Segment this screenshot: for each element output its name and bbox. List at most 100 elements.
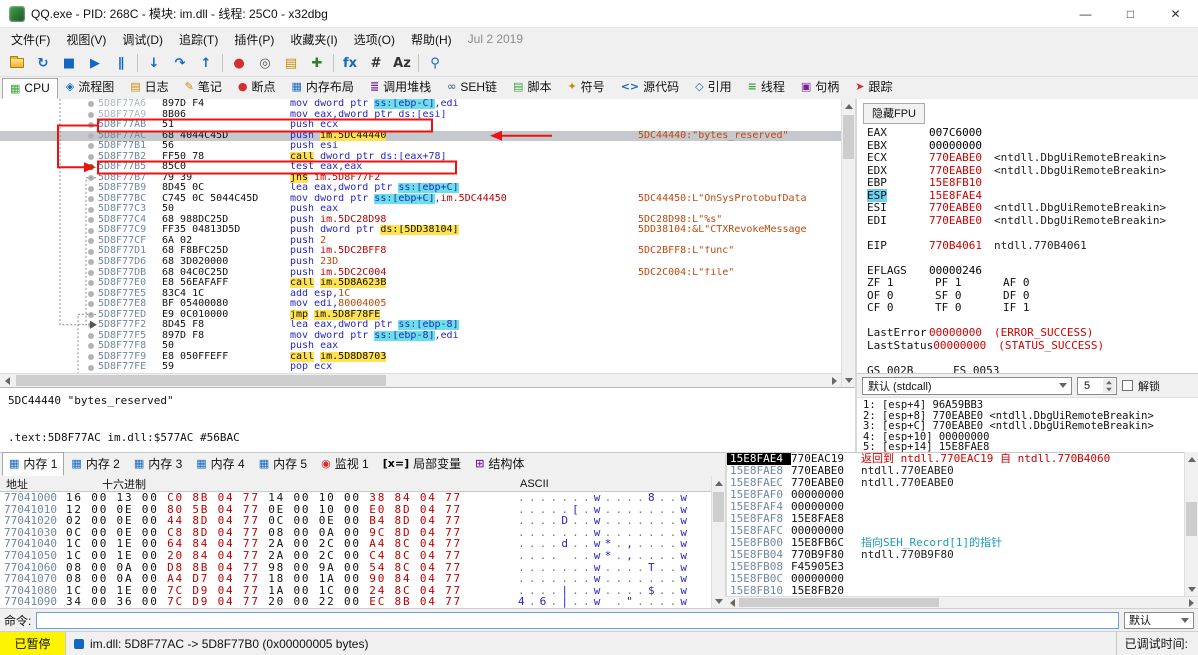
scroll-thumb[interactable] — [713, 492, 724, 522]
register-value[interactable]: 00000246 — [929, 264, 982, 277]
memory-dump[interactable]: 77041000 16 00 13 00 C0 8B 04 77 14 00 10… — [0, 492, 711, 608]
tab-call-stack[interactable]: ≣ 调用堆栈 — [362, 75, 439, 99]
scroll-up-button[interactable] — [712, 476, 726, 490]
tab-memory-3[interactable]: ▦ 内存 3 — [127, 452, 189, 476]
scroll-thumb[interactable] — [16, 375, 386, 386]
tab-symbols[interactable]: ✦ 符号 — [559, 75, 612, 99]
hash-button[interactable]: # — [363, 52, 389, 74]
scroll-up-button[interactable] — [1185, 452, 1198, 466]
scroll-thumb[interactable] — [739, 598, 939, 607]
stack-hscrollbar[interactable] — [725, 596, 1198, 608]
trace-coverage-button[interactable]: ◎ — [252, 52, 278, 74]
tab-memory-4[interactable]: ▦ 内存 4 — [189, 452, 251, 476]
register-value[interactable]: 770B4061 — [929, 239, 982, 252]
row-bullet[interactable] — [88, 311, 94, 318]
disasm-row[interactable]: 5D8F77E0 E8 56EAFAFF call im.5D8A623B — [0, 278, 841, 289]
breakpoint-dot[interactable] — [88, 164, 94, 171]
register-value[interactable]: 770EABE0 — [929, 164, 982, 177]
row-bullet[interactable] — [88, 322, 94, 329]
tab-breakpoints[interactable]: ● 断点 — [230, 75, 284, 99]
row-bullet[interactable] — [88, 259, 94, 266]
scroll-down-button[interactable] — [712, 594, 726, 608]
register-value[interactable]: 00000000 — [929, 139, 982, 152]
scroll-thumb[interactable] — [1186, 502, 1197, 536]
row-bullet[interactable] — [88, 101, 94, 108]
tab-cpu[interactable]: ▦ CPU — [2, 78, 58, 99]
tab-memory-5[interactable]: ▦ 内存 5 — [252, 452, 314, 476]
tab-memory-map[interactable]: ▦ 内存布局 — [284, 75, 362, 99]
disasm-row[interactable]: 5D8F77D6 68 3D020000 push 23D — [0, 256, 841, 268]
row-bullet[interactable] — [88, 280, 94, 287]
register-value[interactable]: 770EABE0 — [929, 214, 982, 227]
find-pattern-button[interactable]: ⚲ — [422, 52, 448, 74]
row-bullet[interactable] — [88, 301, 94, 308]
row-bullet[interactable] — [88, 153, 94, 160]
row-bullet[interactable] — [88, 111, 94, 118]
register-row[interactable]: ECX 770EABE0 <ntdll.DbgUiRemoteBreakin> — [857, 151, 1198, 165]
stop-button[interactable]: ■ — [56, 52, 82, 74]
maximize-button[interactable]: □ — [1108, 0, 1153, 27]
menu-file[interactable]: 文件(F) — [3, 29, 58, 50]
register-value[interactable]: 00000000 — [929, 326, 982, 339]
row-bullet[interactable] — [88, 174, 94, 181]
notes-button[interactable]: ▤ — [278, 52, 304, 74]
flag-tf[interactable]: TF 0 — [935, 301, 1003, 315]
breakpoints-button[interactable]: ● — [226, 52, 252, 74]
segment-fs[interactable]: FS 0053 — [953, 364, 1039, 373]
menu-plugins[interactable]: 插件(P) — [226, 29, 282, 50]
step-into-button[interactable]: ↓ — [141, 52, 167, 74]
row-bullet[interactable] — [88, 343, 94, 350]
row-bullet[interactable] — [88, 269, 94, 276]
menu-debug[interactable]: 调试(D) — [114, 29, 171, 50]
dump-row[interactable]: 77041090 34 00 36 00 7C D9 04 77 20 00 22… — [0, 596, 711, 608]
menu-view[interactable]: 视图(V) — [58, 29, 114, 50]
tab-source[interactable]: <> 源代码 — [613, 75, 687, 99]
minimize-button[interactable]: — — [1063, 0, 1108, 27]
register-value[interactable]: 15E8FB10 — [929, 176, 982, 189]
register-row[interactable]: LastStatus00000000 (STATUS_SUCCESS) — [857, 339, 1198, 353]
register-row[interactable]: ESI 770EABE0 <ntdll.DbgUiRemoteBreakin> — [857, 201, 1198, 215]
tab-locals[interactable]: [x=] 局部变量 — [376, 452, 468, 476]
calculator-fx-button[interactable]: fx — [337, 52, 363, 74]
register-row[interactable]: EDI 770EABE0 <ntdll.DbgUiRemoteBreakin> — [857, 214, 1198, 228]
register-value[interactable]: 770EABE0 — [929, 201, 982, 214]
scroll-down-button[interactable] — [1185, 582, 1198, 596]
restart-button[interactable]: ↻ — [30, 52, 56, 74]
calling-convention-select[interactable]: 默认 (stdcall) — [862, 376, 1072, 395]
command-input[interactable] — [36, 611, 1119, 629]
disasm-row[interactable]: 5D8F77FE 59 pop ecx — [0, 362, 841, 373]
argument-count-stepper[interactable]: 5 — [1077, 376, 1117, 395]
tab-trace[interactable]: ➤ 跟踪 — [847, 75, 900, 99]
row-bullet[interactable] — [88, 354, 94, 361]
register-value[interactable]: 770EABE0 — [929, 151, 982, 164]
tab-graph[interactable]: ◈ 流程图 — [58, 75, 122, 99]
scroll-left-button[interactable] — [0, 374, 14, 388]
row-bullet[interactable] — [88, 290, 94, 297]
hide-fpu-button[interactable]: 隐藏FPU — [863, 103, 925, 124]
flag-cf[interactable]: CF 0 — [867, 301, 935, 315]
menu-trace[interactable]: 追踪(T) — [171, 29, 226, 50]
scroll-down-button[interactable] — [842, 373, 856, 387]
tab-handles[interactable]: ▣ 句柄 — [793, 75, 847, 99]
command-profile-select[interactable]: 默认 — [1124, 611, 1194, 629]
patches-button[interactable]: ✚ — [304, 52, 330, 74]
disassembly-view[interactable]: 5D8F77A6 897D F4 mov dword ptr ss:[ebp-C],… — [0, 99, 841, 373]
register-value[interactable]: 15E8FAE4 — [929, 189, 982, 202]
segment-gs[interactable]: GS 002B — [867, 364, 953, 373]
unlock-checkbox[interactable] — [1122, 380, 1133, 391]
row-bullet[interactable] — [88, 185, 94, 192]
open-file-button[interactable] — [4, 52, 30, 74]
scroll-right-button[interactable] — [827, 374, 841, 388]
dump-vscrollbar[interactable] — [711, 476, 725, 608]
tab-threads[interactable]: ≡ 线程 — [740, 75, 793, 99]
register-row[interactable]: EAX 007C6000 — [857, 126, 1198, 140]
argument-row[interactable]: 1: [esp+4] 96A59BB3 — [863, 400, 1198, 411]
register-row[interactable]: EBP 15E8FB10 — [857, 176, 1198, 190]
flag-pf[interactable]: PF 1 — [935, 276, 1003, 290]
tab-memory-2[interactable]: ▦ 内存 2 — [64, 452, 126, 476]
step-over-button[interactable]: ↷ — [167, 52, 193, 74]
close-button[interactable]: ✕ — [1153, 0, 1198, 27]
tab-watch-1[interactable]: ◉ 监视 1 — [314, 452, 376, 476]
tab-references[interactable]: ◇ 引用 — [687, 75, 739, 99]
row-bullet[interactable] — [88, 364, 94, 371]
